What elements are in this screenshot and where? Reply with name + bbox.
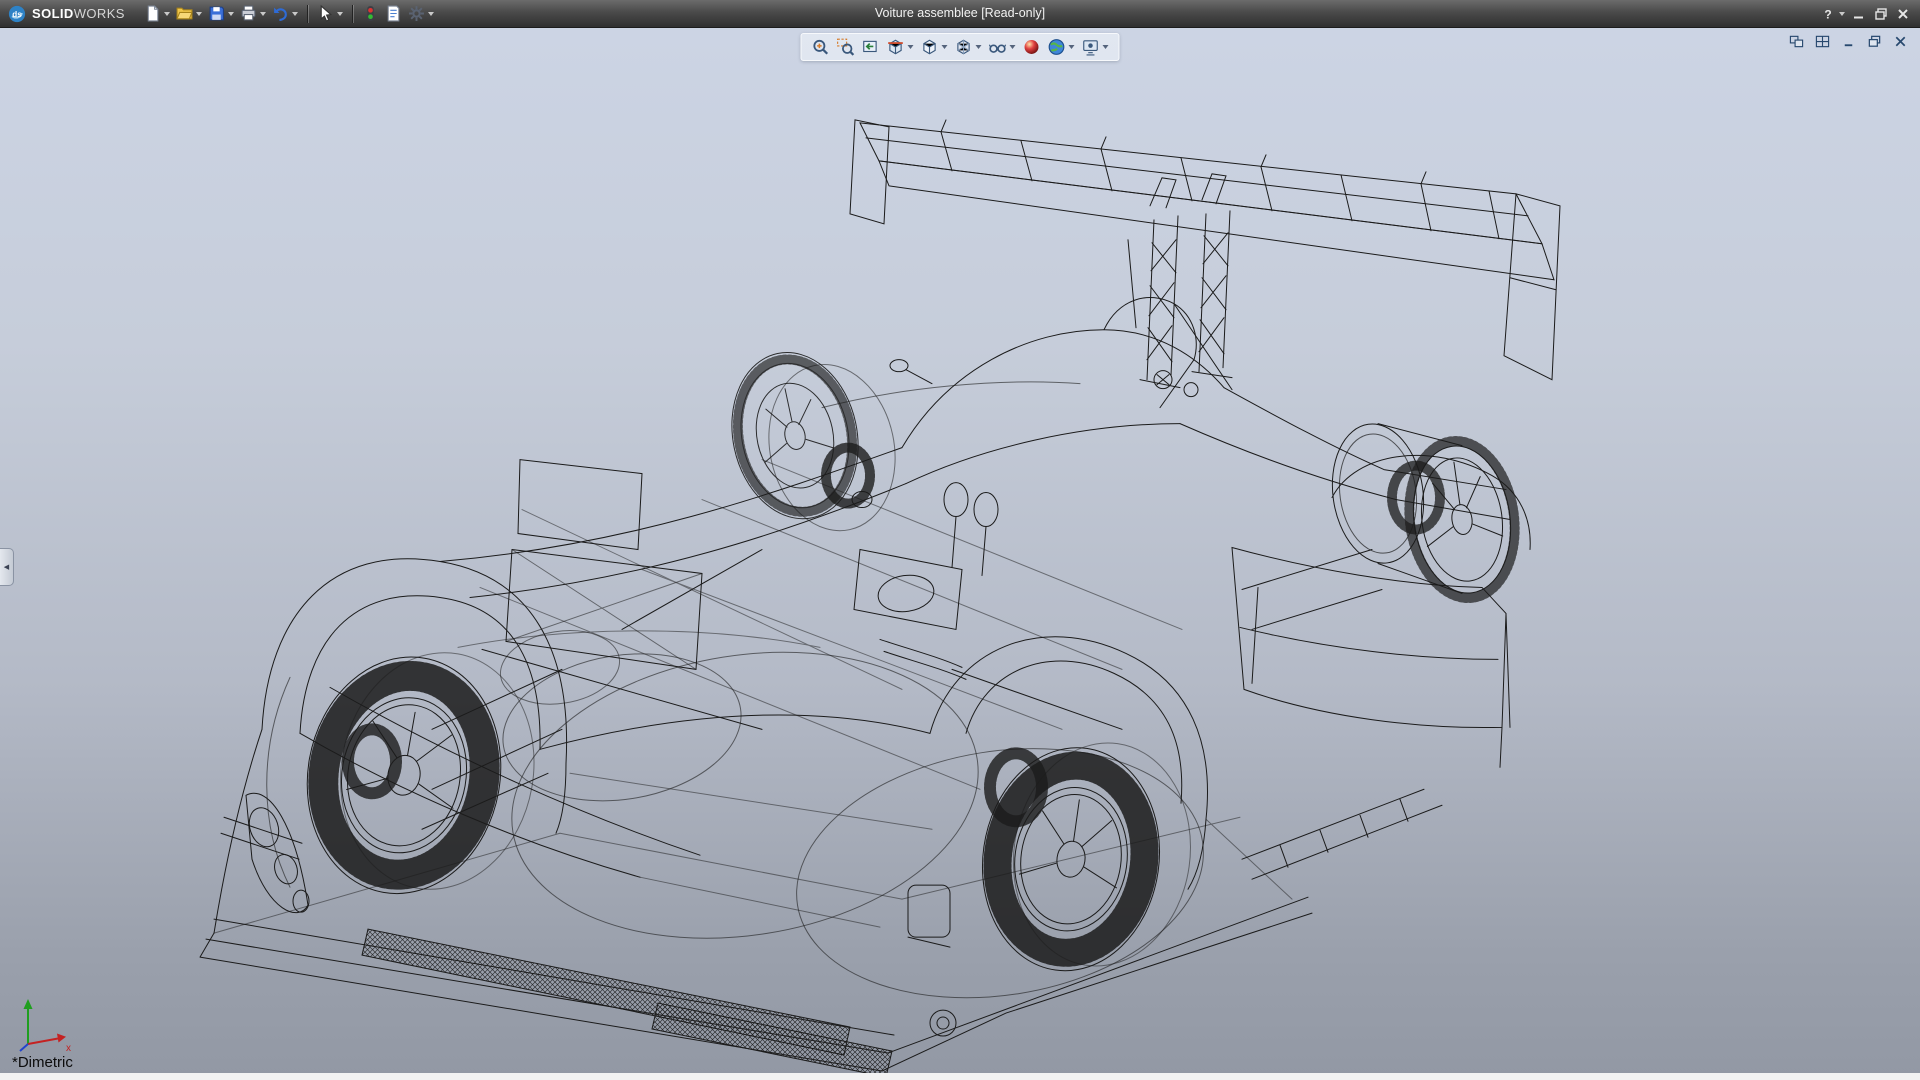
wireframe-model-race-car[interactable] bbox=[0, 28, 1920, 1080]
dropdown-arrow-icon[interactable] bbox=[976, 45, 982, 49]
restore-window-button[interactable] bbox=[1870, 4, 1892, 24]
app-brand: ds SOLIDWORKS bbox=[0, 5, 141, 23]
toolbar-separator bbox=[307, 5, 308, 23]
svg-text:?: ? bbox=[1824, 7, 1831, 21]
minimize-document-button[interactable] bbox=[1839, 32, 1858, 50]
zoom-area-icon bbox=[837, 38, 855, 56]
close-window-button[interactable] bbox=[1892, 4, 1914, 24]
restore-document-button[interactable] bbox=[1865, 32, 1884, 50]
view-orientation-button[interactable] bbox=[918, 36, 951, 58]
print-button[interactable] bbox=[237, 3, 269, 25]
viewport-layout-button[interactable] bbox=[1813, 32, 1832, 50]
zoom-to-area-button[interactable] bbox=[834, 36, 858, 58]
doc-new-icon bbox=[144, 5, 161, 22]
dropdown-arrow-icon[interactable] bbox=[292, 12, 298, 16]
display-style-button[interactable] bbox=[952, 36, 985, 58]
options-gear-icon bbox=[408, 5, 425, 22]
help-icon: ? bbox=[1820, 6, 1836, 22]
dropdown-arrow-icon[interactable] bbox=[337, 12, 343, 16]
folder-open-icon bbox=[176, 5, 193, 22]
doc-restore-icon bbox=[1866, 34, 1883, 49]
dropdown-arrow-icon[interactable] bbox=[196, 12, 202, 16]
dropdown-arrow-icon[interactable] bbox=[1103, 45, 1109, 49]
undo-button[interactable] bbox=[269, 3, 301, 25]
chevron-left-icon: ◀ bbox=[4, 563, 9, 571]
apply-scene-icon bbox=[1048, 38, 1066, 56]
doc-windows-icon bbox=[1788, 34, 1805, 49]
previous-view-icon bbox=[862, 38, 880, 56]
brand-name-bold: SOLID bbox=[32, 6, 74, 21]
heads-up-view-toolbar bbox=[801, 33, 1120, 61]
doc-viewport-icon bbox=[1814, 34, 1831, 49]
hide-show-items-button[interactable] bbox=[986, 36, 1019, 58]
svg-text:ds: ds bbox=[12, 10, 22, 19]
dropdown-arrow-icon[interactable] bbox=[164, 12, 170, 16]
edit-appearance-button[interactable] bbox=[1020, 36, 1044, 58]
dropdown-arrow-icon[interactable] bbox=[428, 12, 434, 16]
hide-show-icon bbox=[989, 38, 1007, 56]
doc-close-icon bbox=[1892, 34, 1909, 49]
view-orientation-icon bbox=[921, 38, 939, 56]
dropdown-arrow-icon[interactable] bbox=[1839, 12, 1845, 16]
win-close-icon bbox=[1895, 6, 1911, 22]
win-min-icon bbox=[1851, 6, 1867, 22]
file-properties-icon bbox=[385, 5, 402, 22]
solidworks-window: { "window": { "title": "Voiture assemble… bbox=[0, 0, 1920, 1080]
toolbar-separator bbox=[352, 5, 353, 23]
printer-icon bbox=[240, 5, 257, 22]
select-window-button[interactable] bbox=[1787, 32, 1806, 50]
window-title: Voiture assemblee [Read-only] bbox=[875, 0, 1045, 27]
display-style-icon bbox=[955, 38, 973, 56]
orientation-triad: x bbox=[16, 992, 76, 1054]
graphics-area[interactable]: ◀ x *Dimetric bbox=[0, 27, 1920, 1080]
3ds-logo-icon: ds bbox=[8, 5, 26, 23]
minimize-window-button[interactable] bbox=[1848, 4, 1870, 24]
dropdown-arrow-icon[interactable] bbox=[260, 12, 266, 16]
document-window-controls bbox=[1787, 32, 1910, 50]
dropdown-arrow-icon[interactable] bbox=[1069, 45, 1075, 49]
rebuild-stoplight-icon bbox=[362, 5, 379, 22]
apply-scene-button[interactable] bbox=[1045, 36, 1078, 58]
dropdown-arrow-icon[interactable] bbox=[228, 12, 234, 16]
file-properties-button[interactable] bbox=[382, 3, 405, 25]
new-document-button[interactable] bbox=[141, 3, 173, 25]
edit-appearance-icon bbox=[1023, 38, 1041, 56]
dropdown-arrow-icon[interactable] bbox=[942, 45, 948, 49]
cursor-select-icon bbox=[317, 5, 334, 22]
undo-arrow-icon bbox=[272, 5, 289, 22]
triad-x-label: x bbox=[66, 1043, 71, 1054]
view-settings-button[interactable] bbox=[1079, 36, 1112, 58]
rebuild-button[interactable] bbox=[359, 3, 382, 25]
win-restore-icon bbox=[1873, 6, 1889, 22]
section-view-icon bbox=[887, 38, 905, 56]
select-button[interactable] bbox=[314, 3, 346, 25]
brand-name-light: WORKS bbox=[74, 6, 125, 21]
help-button[interactable]: ? bbox=[1817, 4, 1848, 24]
title-bar: ds SOLIDWORKS Voiture assemblee [Read-on… bbox=[0, 0, 1920, 27]
options-button[interactable] bbox=[405, 3, 437, 25]
view-settings-icon bbox=[1082, 38, 1100, 56]
doc-min-icon bbox=[1840, 34, 1857, 49]
window-controls: ? bbox=[1817, 0, 1914, 27]
save-button[interactable] bbox=[205, 3, 237, 25]
feature-tree-collapse-tab[interactable]: ◀ bbox=[0, 548, 14, 586]
zoom-to-fit-button[interactable] bbox=[809, 36, 833, 58]
file-toolbar bbox=[141, 3, 437, 25]
section-view-button[interactable] bbox=[884, 36, 917, 58]
dropdown-arrow-icon[interactable] bbox=[1010, 45, 1016, 49]
viewport-bottom-strip bbox=[0, 1073, 1920, 1080]
dropdown-arrow-icon[interactable] bbox=[908, 45, 914, 49]
view-orientation-label: *Dimetric bbox=[12, 1054, 73, 1071]
brand-name: SOLIDWORKS bbox=[32, 6, 125, 21]
previous-view-button[interactable] bbox=[859, 36, 883, 58]
close-document-button[interactable] bbox=[1891, 32, 1910, 50]
zoom-fit-icon bbox=[812, 38, 830, 56]
open-document-button[interactable] bbox=[173, 3, 205, 25]
save-floppy-icon bbox=[208, 5, 225, 22]
